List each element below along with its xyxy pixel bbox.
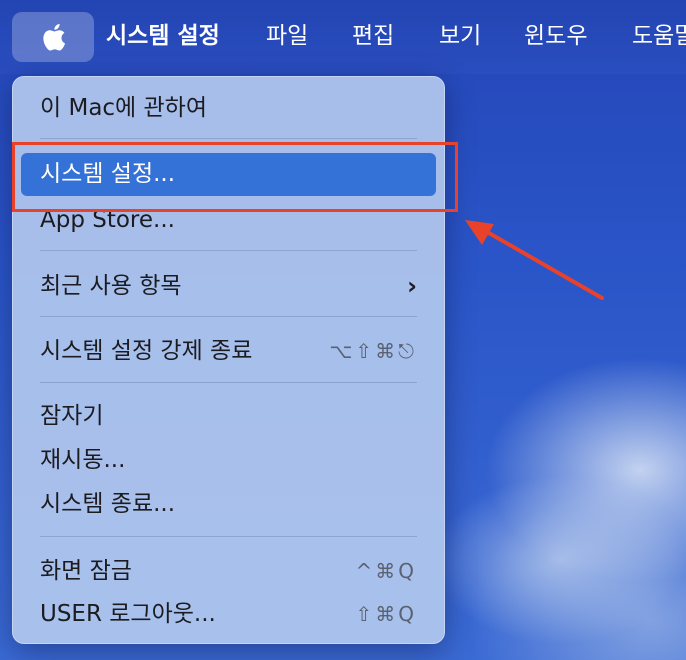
menu-item-about-mac[interactable]: 이 Mac에 관하여 bbox=[40, 88, 417, 128]
menu-separator bbox=[40, 536, 417, 537]
menu-item-recent-items[interactable]: 최근 사용 항목 › bbox=[40, 266, 417, 306]
apple-logo-icon bbox=[43, 23, 66, 51]
menu-separator bbox=[40, 382, 417, 383]
menu-item-label: 잠자기 bbox=[40, 403, 104, 429]
menu-item-label: 재시동... bbox=[40, 447, 126, 473]
menu-item-label: USER 로그아웃... bbox=[40, 601, 216, 627]
menu-item-force-quit[interactable]: 시스템 설정 강제 종료 ⌥⇧⌘⎋ bbox=[40, 331, 417, 371]
menubar-item-window[interactable]: 윈도우 bbox=[524, 0, 587, 74]
menu-item-label: 시스템 설정 강제 종료 bbox=[40, 338, 253, 364]
menu-separator bbox=[40, 316, 417, 317]
menu-item-label: 이 Mac에 관하여 bbox=[40, 95, 208, 121]
chevron-right-icon: › bbox=[407, 272, 417, 300]
menu-item-lock-screen[interactable]: 화면 잠금 ^⌘Q bbox=[40, 551, 417, 591]
menu-bar: 시스템 설정 파일 편집 보기 윈도우 도움말 bbox=[0, 0, 686, 74]
menubar-item-file[interactable]: 파일 bbox=[266, 0, 308, 74]
menu-item-shortcut: ⌥⇧⌘⎋ bbox=[329, 339, 417, 363]
menu-item-label: 최근 사용 항목 bbox=[40, 273, 182, 299]
menubar-app-name[interactable]: 시스템 설정 bbox=[106, 0, 220, 74]
menu-item-shortcut: ^⌘Q bbox=[355, 559, 417, 583]
menubar-item-edit[interactable]: 편집 bbox=[352, 0, 394, 74]
apple-menu-button[interactable] bbox=[12, 12, 94, 62]
menu-item-shortcut: ⇧⌘Q bbox=[355, 602, 417, 626]
menu-item-sleep[interactable]: 잠자기 bbox=[40, 396, 417, 436]
menu-item-shut-down[interactable]: 시스템 종료... bbox=[40, 484, 417, 524]
annotation-highlight-box bbox=[12, 142, 458, 212]
menu-item-label: 시스템 종료... bbox=[40, 491, 176, 517]
menubar-item-help[interactable]: 도움말 bbox=[632, 0, 686, 74]
menu-item-log-out[interactable]: USER 로그아웃... ⇧⌘Q bbox=[40, 594, 417, 634]
menu-separator bbox=[40, 138, 417, 139]
menu-item-restart[interactable]: 재시동... bbox=[40, 440, 417, 480]
menu-separator bbox=[40, 250, 417, 251]
menubar-item-view[interactable]: 보기 bbox=[439, 0, 481, 74]
red-arrow-icon bbox=[465, 220, 604, 300]
menu-item-label: 화면 잠금 bbox=[40, 558, 132, 584]
